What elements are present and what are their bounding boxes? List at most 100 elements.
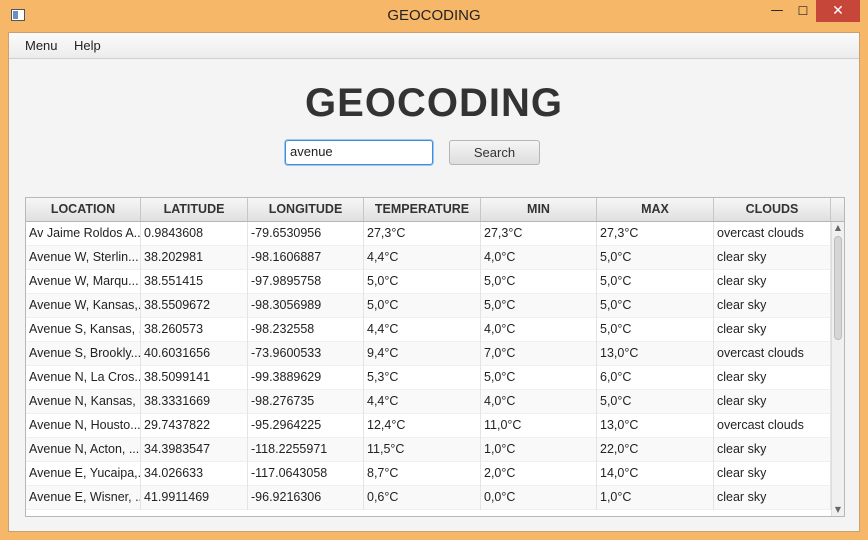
minimize-button[interactable]: — bbox=[764, 0, 790, 22]
results-table: LOCATION LATITUDE LONGITUDE TEMPERATURE MIN M… bbox=[25, 197, 845, 517]
column-header-filler bbox=[831, 198, 844, 221]
cell-temperature: 27,3°C bbox=[364, 222, 481, 246]
cell-location: Avenue N, Housto... bbox=[26, 414, 141, 438]
table-row[interactable]: Avenue S, Brookly... 40.6031656 -73.960053… bbox=[26, 342, 831, 366]
cell-location: Avenue N, Acton, ... bbox=[26, 438, 141, 462]
cell-longitude: -95.2964225 bbox=[248, 414, 364, 438]
cell-latitude: 29.7437822 bbox=[141, 414, 248, 438]
cell-temperature: 5,3°C bbox=[364, 366, 481, 390]
cell-location: Avenue S, Kansas, ... bbox=[26, 318, 141, 342]
cell-longitude: -98.1606887 bbox=[248, 246, 364, 270]
cell-location: Avenue S, Brookly... bbox=[26, 342, 141, 366]
cell-min: 4,0°C bbox=[481, 390, 597, 414]
search-button[interactable]: Search bbox=[449, 140, 540, 165]
cell-max: 27,3°C bbox=[597, 222, 714, 246]
table-row[interactable]: Avenue E, Wisner, ... 41.9911469 -96.92163… bbox=[26, 486, 831, 510]
table-row[interactable]: Avenue W, Kansas,... 38.5509672 -98.305698… bbox=[26, 294, 831, 318]
cell-max: 13,0°C bbox=[597, 342, 714, 366]
cell-max: 5,0°C bbox=[597, 318, 714, 342]
table-row[interactable]: Avenue N, Acton, ... 34.3983547 -118.22559… bbox=[26, 438, 831, 462]
column-header-temperature[interactable]: TEMPERATURE bbox=[364, 198, 481, 221]
cell-max: 14,0°C bbox=[597, 462, 714, 486]
table-row[interactable]: Avenue N, La Cros... 38.5099141 -99.388962… bbox=[26, 366, 831, 390]
table-row[interactable]: Avenue E, Yucaipa,... 34.026633 -117.06430… bbox=[26, 462, 831, 486]
cell-clouds: clear sky bbox=[714, 294, 831, 318]
cell-temperature: 4,4°C bbox=[364, 390, 481, 414]
maximize-button[interactable]: ☐ bbox=[790, 0, 816, 22]
table-row[interactable]: Avenue W, Marqu... 38.551415 -97.9895758 5,… bbox=[26, 270, 831, 294]
cell-max: 13,0°C bbox=[597, 414, 714, 438]
window-title: GEOCODING bbox=[387, 7, 481, 24]
column-header-location[interactable]: LOCATION bbox=[26, 198, 141, 221]
cell-latitude: 34.3983547 bbox=[141, 438, 248, 462]
close-button[interactable]: ✕ bbox=[816, 0, 860, 22]
search-input[interactable]: avenue bbox=[285, 140, 433, 165]
title-bar[interactable]: GEOCODING — ☐ ✕ bbox=[0, 0, 868, 32]
cell-clouds: clear sky bbox=[714, 462, 831, 486]
table-row[interactable]: Avenue W, Sterlin... 38.202981 -98.1606887… bbox=[26, 246, 831, 270]
cell-latitude: 38.3331669 bbox=[141, 390, 248, 414]
cell-clouds: overcast clouds bbox=[714, 414, 831, 438]
cell-max: 5,0°C bbox=[597, 294, 714, 318]
client-area: Menu Help GEOCODING avenue Search LOCATI… bbox=[8, 32, 860, 532]
cell-temperature: 5,0°C bbox=[364, 294, 481, 318]
cell-longitude: -96.9216306 bbox=[248, 486, 364, 510]
vertical-scrollbar[interactable]: ▲ ▼ bbox=[831, 222, 844, 516]
cell-location: Avenue N, La Cros... bbox=[26, 366, 141, 390]
cell-clouds: clear sky bbox=[714, 270, 831, 294]
cell-min: 2,0°C bbox=[481, 462, 597, 486]
cell-longitude: -99.3889629 bbox=[248, 366, 364, 390]
cell-max: 1,0°C bbox=[597, 486, 714, 510]
column-header-min[interactable]: MIN bbox=[481, 198, 597, 221]
cell-min: 1,0°C bbox=[481, 438, 597, 462]
column-header-latitude[interactable]: LATITUDE bbox=[141, 198, 248, 221]
menu-item-help[interactable]: Help bbox=[74, 38, 101, 53]
cell-longitude: -79.6530956 bbox=[248, 222, 364, 246]
cell-temperature: 9,4°C bbox=[364, 342, 481, 366]
cell-temperature: 8,7°C bbox=[364, 462, 481, 486]
cell-min: 5,0°C bbox=[481, 294, 597, 318]
column-header-longitude[interactable]: LONGITUDE bbox=[248, 198, 364, 221]
column-header-clouds[interactable]: CLOUDS bbox=[714, 198, 831, 221]
cell-min: 4,0°C bbox=[481, 318, 597, 342]
cell-location: Avenue W, Kansas,... bbox=[26, 294, 141, 318]
cell-min: 0,0°C bbox=[481, 486, 597, 510]
cell-longitude: -98.3056989 bbox=[248, 294, 364, 318]
cell-clouds: overcast clouds bbox=[714, 222, 831, 246]
scroll-thumb[interactable] bbox=[834, 236, 842, 340]
table-row[interactable]: Avenue N, Housto... 29.7437822 -95.2964225… bbox=[26, 414, 831, 438]
cell-clouds: clear sky bbox=[714, 366, 831, 390]
cell-clouds: clear sky bbox=[714, 318, 831, 342]
cell-temperature: 5,0°C bbox=[364, 270, 481, 294]
cell-max: 5,0°C bbox=[597, 246, 714, 270]
cell-latitude: 38.5509672 bbox=[141, 294, 248, 318]
column-header-max[interactable]: MAX bbox=[597, 198, 714, 221]
cell-location: Av Jaime Roldos A... bbox=[26, 222, 141, 246]
cell-clouds: clear sky bbox=[714, 246, 831, 270]
table-row[interactable]: Avenue S, Kansas, ... 38.260573 -98.232558… bbox=[26, 318, 831, 342]
menu-bar: Menu Help bbox=[9, 33, 859, 59]
cell-min: 11,0°C bbox=[481, 414, 597, 438]
scroll-down-arrow-icon[interactable]: ▼ bbox=[832, 504, 844, 516]
cell-latitude: 34.026633 bbox=[141, 462, 248, 486]
cell-temperature: 0,6°C bbox=[364, 486, 481, 510]
cell-temperature: 11,5°C bbox=[364, 438, 481, 462]
table-row[interactable]: Av Jaime Roldos A... 0.9843608 -79.6530956… bbox=[26, 222, 831, 246]
cell-location: Avenue W, Sterlin... bbox=[26, 246, 141, 270]
scroll-up-arrow-icon[interactable]: ▲ bbox=[832, 222, 844, 234]
table-header: LOCATION LATITUDE LONGITUDE TEMPERATURE MIN M… bbox=[26, 198, 844, 222]
cell-location: Avenue E, Yucaipa,... bbox=[26, 462, 141, 486]
cell-clouds: overcast clouds bbox=[714, 342, 831, 366]
page-title: GEOCODING bbox=[305, 81, 563, 125]
cell-longitude: -97.9895758 bbox=[248, 270, 364, 294]
cell-latitude: 38.5099141 bbox=[141, 366, 248, 390]
menu-item-menu[interactable]: Menu bbox=[25, 38, 58, 53]
cell-temperature: 12,4°C bbox=[364, 414, 481, 438]
cell-location: Avenue N, Kansas, ... bbox=[26, 390, 141, 414]
cell-min: 27,3°C bbox=[481, 222, 597, 246]
cell-temperature: 4,4°C bbox=[364, 246, 481, 270]
cell-min: 4,0°C bbox=[481, 246, 597, 270]
table-row[interactable]: Avenue N, Kansas, ... 38.3331669 -98.27673… bbox=[26, 390, 831, 414]
cell-latitude: 40.6031656 bbox=[141, 342, 248, 366]
cell-latitude: 41.9911469 bbox=[141, 486, 248, 510]
